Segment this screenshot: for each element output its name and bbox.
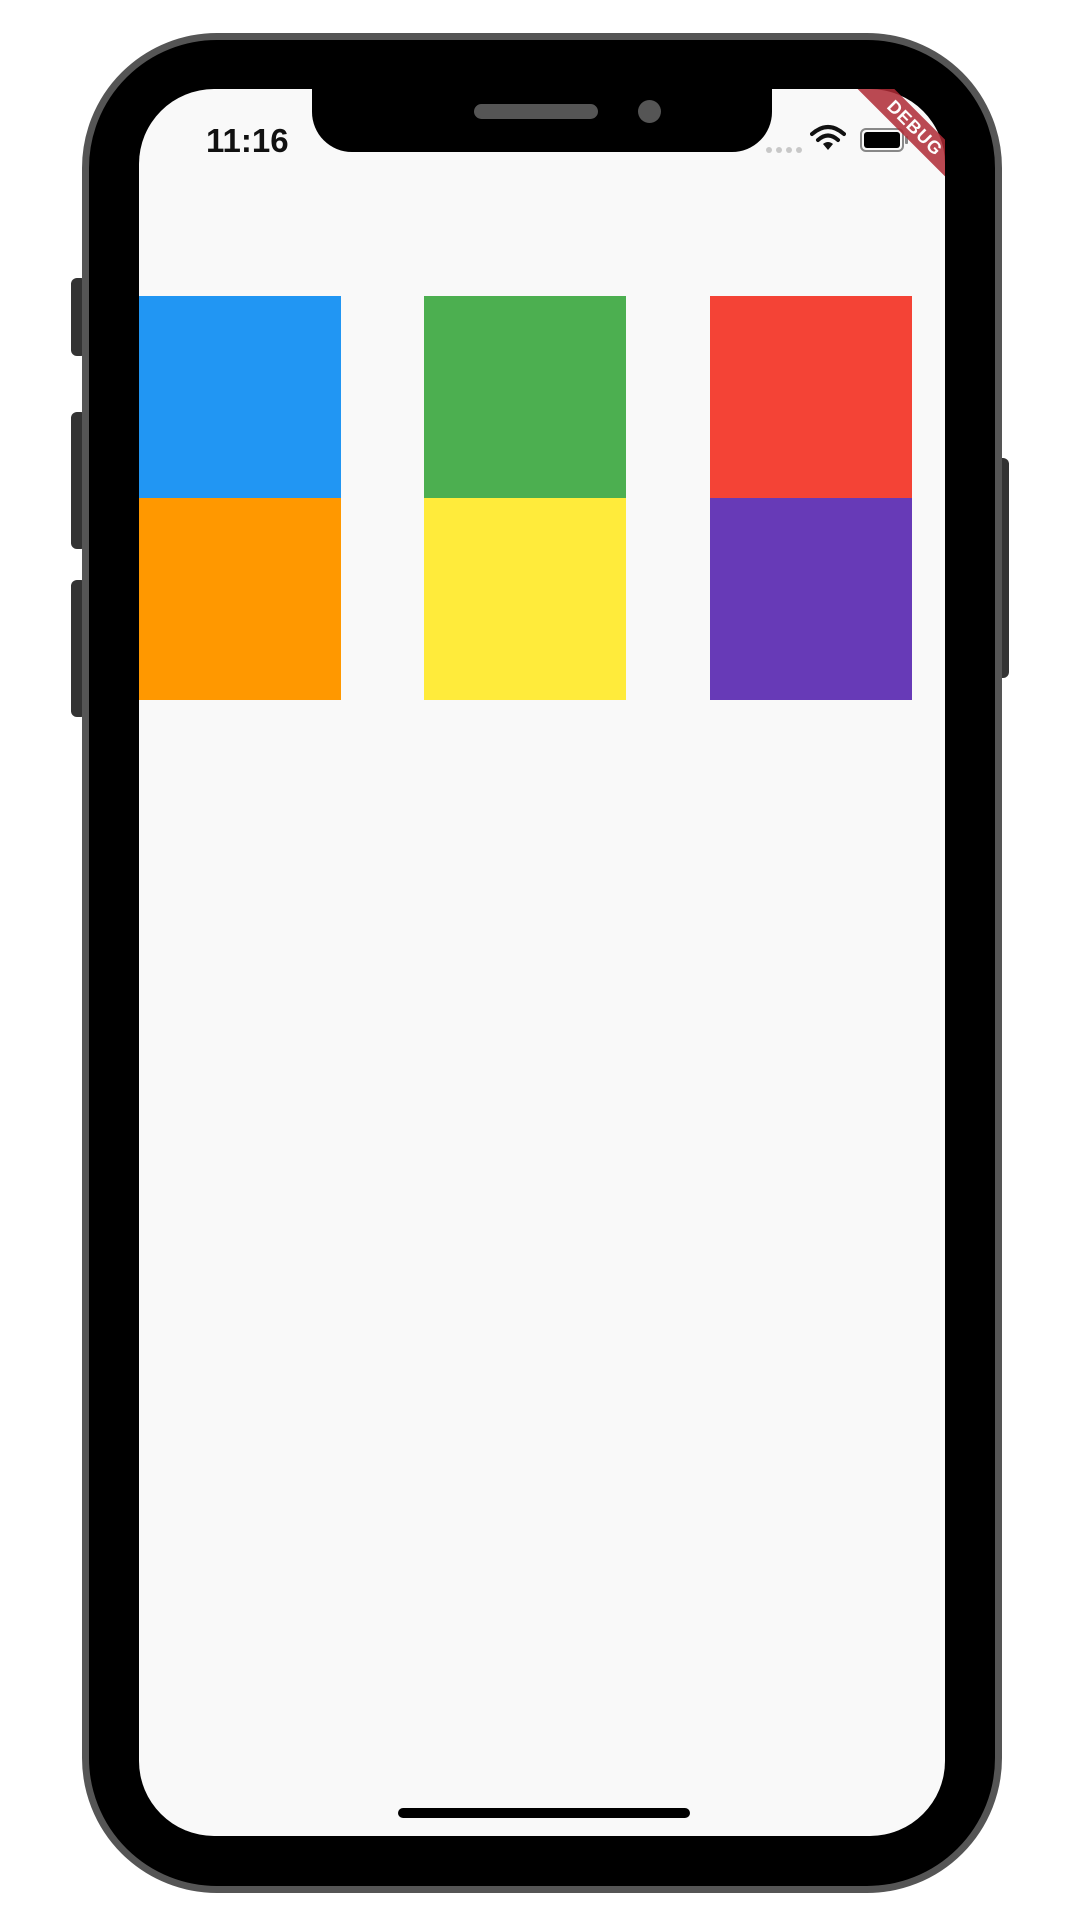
status-time: 11:16 <box>206 122 289 159</box>
color-tile-green <box>424 296 626 498</box>
color-tile-red <box>710 296 912 498</box>
notch <box>312 89 772 152</box>
debug-banner-label: DEBUG <box>849 89 945 194</box>
color-tile-yellow <box>424 498 626 700</box>
front-camera <box>638 100 661 123</box>
color-tile-purple <box>710 498 912 700</box>
debug-banner: DEBUG <box>835 89 945 199</box>
app-screen <box>139 89 945 1836</box>
home-indicator[interactable] <box>398 1808 690 1818</box>
speaker-grille <box>474 104 598 119</box>
color-tile-blue <box>139 296 341 498</box>
device-mockup: 11:16 DEBUG <box>0 0 1080 1920</box>
cellular-signal-icon <box>766 147 802 153</box>
color-tile-orange <box>139 498 341 700</box>
